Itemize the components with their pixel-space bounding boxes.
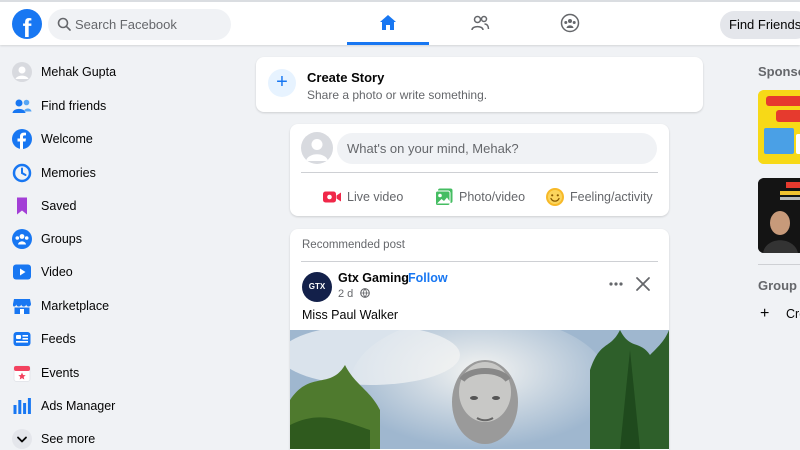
marketplace-icon [12,299,32,314]
friends-icon [471,15,490,31]
sidebar-item-memories[interactable]: Memories [12,158,242,188]
sidebar-item-label: Welcome [41,132,93,146]
post-composer: What's on your mind, Mehak? Live video P… [290,124,669,216]
plus-icon[interactable]: + [760,305,769,323]
sidebar-item-label: See more [41,432,96,446]
feeling-activity-label: Feeling/activity [570,190,653,204]
follow-button[interactable]: Follow [408,271,448,285]
sidebar-item-ads-manager[interactable]: Ads Manager [12,391,242,421]
sidebar-item-label: Marketplace [41,299,110,313]
chevron-down-icon [12,429,32,449]
post-photo [290,330,669,449]
sidebar-item-see-more[interactable]: See more [12,424,242,450]
page-avatar[interactable]: GTX [302,272,332,302]
sidebar-item-welcome[interactable]: Welcome [12,124,242,154]
post-author-name[interactable]: Gtx Gaming [338,271,409,285]
home-icon [380,15,396,30]
sidebar-item-profile[interactable]: Mehak Gupta [12,57,242,87]
search-input[interactable] [75,9,225,40]
globe-icon [360,288,370,298]
groups-icon [12,229,32,249]
post-header-divider [301,261,658,262]
nav-tab-home[interactable] [347,2,429,45]
bar-chart-icon [13,398,31,414]
avatar-icon [12,62,32,82]
recommended-post-label: Recommended post [302,239,405,251]
sidebar-item-label: Groups [41,232,82,246]
plus-icon: + [268,69,296,97]
sidebar-item-label: Mehak Gupta [41,65,117,79]
photo-video-label: Photo/video [459,190,526,204]
post-image[interactable] [290,330,669,449]
live-video-icon [323,191,341,203]
create-story-title: Create Story [307,70,385,85]
sidebar-item-label: Events [41,366,80,380]
live-video-button[interactable]: Live video [322,182,412,212]
whats-on-your-mind-input[interactable]: What's on your mind, Mehak? [337,133,657,164]
create-group-link[interactable]: Cre [786,307,800,321]
photo-video-button[interactable]: Photo/video [434,182,534,212]
search-icon [57,17,71,31]
sidebar-item-events[interactable]: Events [12,358,242,388]
sidebar-item-label: Ads Manager [41,399,116,413]
post-timestamp[interactable]: 2 d [338,288,353,300]
sponsored-ad-image-2[interactable] [758,178,800,253]
create-story-card[interactable]: + Create Story Share a photo or write so… [256,57,703,112]
facebook-logo[interactable]: f [12,9,42,39]
more-options-icon[interactable] [608,276,624,292]
feeling-icon [546,188,564,206]
friends-icon [12,99,32,113]
close-icon[interactable] [634,275,652,293]
post-text: Miss Paul Walker [302,308,399,322]
feeling-activity-button[interactable]: Feeling/activity [545,182,663,212]
feeds-icon [13,332,31,346]
sidebar-item-saved[interactable]: Saved [12,191,242,221]
search-box[interactable] [48,9,231,40]
avatar[interactable] [301,132,333,164]
sidebar-item-groups[interactable]: Groups [12,224,242,254]
sponsored-heading: Sponso [758,64,800,79]
ad-graphic-2 [758,178,800,253]
composer-divider [301,172,658,173]
avatar-icon [306,139,328,161]
group-conversations-heading: Group c [758,278,800,293]
bookmark-icon [17,197,27,215]
nav-tab-friends[interactable] [439,2,521,45]
ad-graphic [758,90,800,164]
sidebar-item-label: Memories [41,166,96,180]
sidebar-item-label: Video [41,265,73,279]
sidebar-item-label: Saved [41,199,77,213]
photo-icon [435,188,453,206]
calendar-icon [13,365,31,382]
live-video-label: Live video [347,190,404,204]
sidebar-item-find-friends[interactable]: Find friends [12,91,242,121]
top-navigation-bar: f Find Friends [0,0,800,45]
sidebar-item-video[interactable]: Video [12,257,242,287]
create-story-subtitle: Share a photo or write something. [307,88,488,102]
clock-icon [12,163,32,183]
sidebar-item-marketplace[interactable]: Marketplace [12,291,242,321]
video-icon [13,264,31,280]
groups-icon [560,13,580,33]
right-column-divider [758,264,800,265]
facebook-icon [12,129,32,149]
find-friends-button[interactable]: Find Friends [720,11,800,39]
nav-tab-groups[interactable] [529,2,611,45]
sponsored-ad-image[interactable] [758,90,800,164]
sidebar-item-label: Feeds [41,332,76,346]
sidebar-item-label: Find friends [41,99,107,113]
recommended-post-card: Recommended post GTX Gtx Gaming · Follow… [290,229,669,450]
sidebar-item-feeds[interactable]: Feeds [12,324,242,354]
separator-dot: · [402,271,406,285]
